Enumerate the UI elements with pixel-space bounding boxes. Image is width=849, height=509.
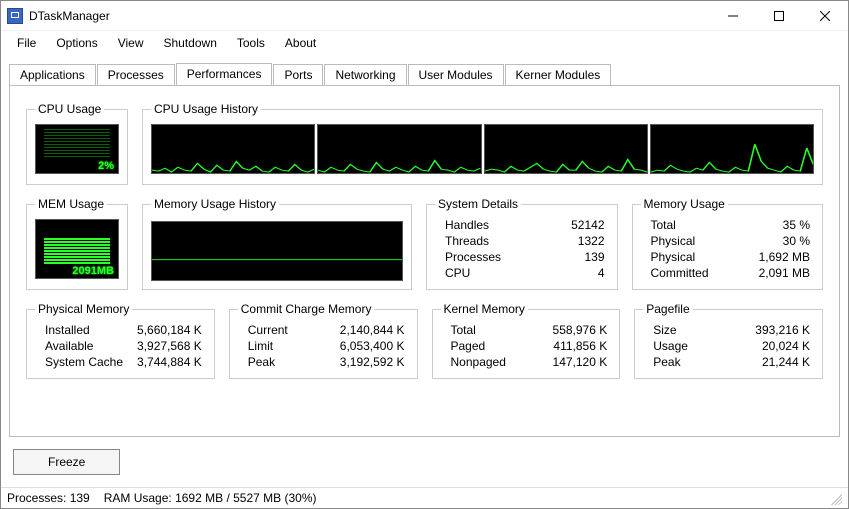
mem-usage-label: MEM Usage bbox=[35, 197, 107, 211]
tab-networking[interactable]: Networking bbox=[324, 64, 406, 86]
app-icon bbox=[7, 8, 23, 24]
freeze-button[interactable]: Freeze bbox=[13, 449, 120, 475]
menu-shutdown[interactable]: Shutdown bbox=[154, 34, 227, 52]
tab-processes[interactable]: Processes bbox=[97, 64, 175, 86]
menu-tools[interactable]: Tools bbox=[227, 34, 275, 52]
mem-history-panel: Memory Usage History bbox=[142, 197, 412, 290]
tab-bar: Applications Processes Performances Port… bbox=[1, 55, 848, 85]
physical-memory-panel: Physical Memory Installed5,660,184 K Ava… bbox=[26, 302, 215, 379]
system-details-panel: System Details Handles52142 Threads1322 … bbox=[426, 197, 618, 290]
mem-usage-gauge: 2091MB bbox=[35, 219, 119, 279]
system-details-label: System Details bbox=[435, 197, 521, 211]
mem-history-label: Memory Usage History bbox=[151, 197, 279, 211]
mem-history-chart bbox=[151, 221, 403, 281]
menubar: File Options View Shutdown Tools About bbox=[1, 31, 848, 55]
menu-view[interactable]: View bbox=[108, 34, 154, 52]
cpu-history-core-4 bbox=[650, 124, 814, 174]
tab-user-modules[interactable]: User Modules bbox=[408, 64, 504, 86]
tab-panel: CPU Usage 2% CPU Usage History bbox=[9, 85, 840, 437]
maximize-button[interactable] bbox=[756, 1, 802, 31]
menu-options[interactable]: Options bbox=[46, 34, 107, 52]
cpu-usage-panel: CPU Usage 2% bbox=[26, 102, 128, 185]
cpu-usage-gauge: 2% bbox=[35, 124, 119, 174]
mem-usage-value: 2091MB bbox=[72, 265, 114, 277]
commit-charge-panel: Commit Charge Memory Current2,140,844 K … bbox=[229, 302, 418, 379]
menu-about[interactable]: About bbox=[275, 34, 326, 52]
resize-grip[interactable] bbox=[828, 491, 842, 505]
cpu-history-core-1 bbox=[151, 124, 315, 174]
tab-applications[interactable]: Applications bbox=[9, 64, 96, 86]
cpu-history-label: CPU Usage History bbox=[151, 102, 261, 116]
window-title: DTaskManager bbox=[29, 9, 110, 23]
pagefile-panel: Pagefile Size393,216 K Usage20,024 K Pea… bbox=[634, 302, 823, 379]
memory-usage-panel: Memory Usage Total35 % Physical30 % Phys… bbox=[632, 197, 824, 290]
status-ram: RAM Usage: 1692 MB / 5527 MB (30%) bbox=[104, 491, 317, 505]
cpu-history-core-2 bbox=[317, 124, 481, 174]
minimize-button[interactable] bbox=[710, 1, 756, 31]
cpu-usage-value: 2% bbox=[98, 160, 114, 172]
bottom-area: Freeze bbox=[1, 437, 848, 487]
cpu-usage-label: CPU Usage bbox=[35, 102, 104, 116]
close-button[interactable] bbox=[802, 1, 848, 31]
cpu-history-core-3 bbox=[484, 124, 648, 174]
status-processes: Processes: 139 bbox=[7, 491, 90, 505]
statusbar: Processes: 139 RAM Usage: 1692 MB / 5527… bbox=[1, 487, 848, 508]
tab-kerner-modules[interactable]: Kerner Modules bbox=[505, 64, 612, 86]
tab-ports[interactable]: Ports bbox=[273, 64, 323, 86]
cpu-history-panel: CPU Usage History bbox=[142, 102, 823, 185]
tab-performances[interactable]: Performances bbox=[176, 63, 273, 85]
kernel-memory-panel: Kernel Memory Total558,976 K Paged411,85… bbox=[432, 302, 621, 379]
memory-usage-label: Memory Usage bbox=[641, 197, 728, 211]
titlebar[interactable]: DTaskManager bbox=[1, 1, 848, 31]
mem-usage-panel: MEM Usage 2091MB bbox=[26, 197, 128, 290]
menu-file[interactable]: File bbox=[7, 34, 46, 52]
